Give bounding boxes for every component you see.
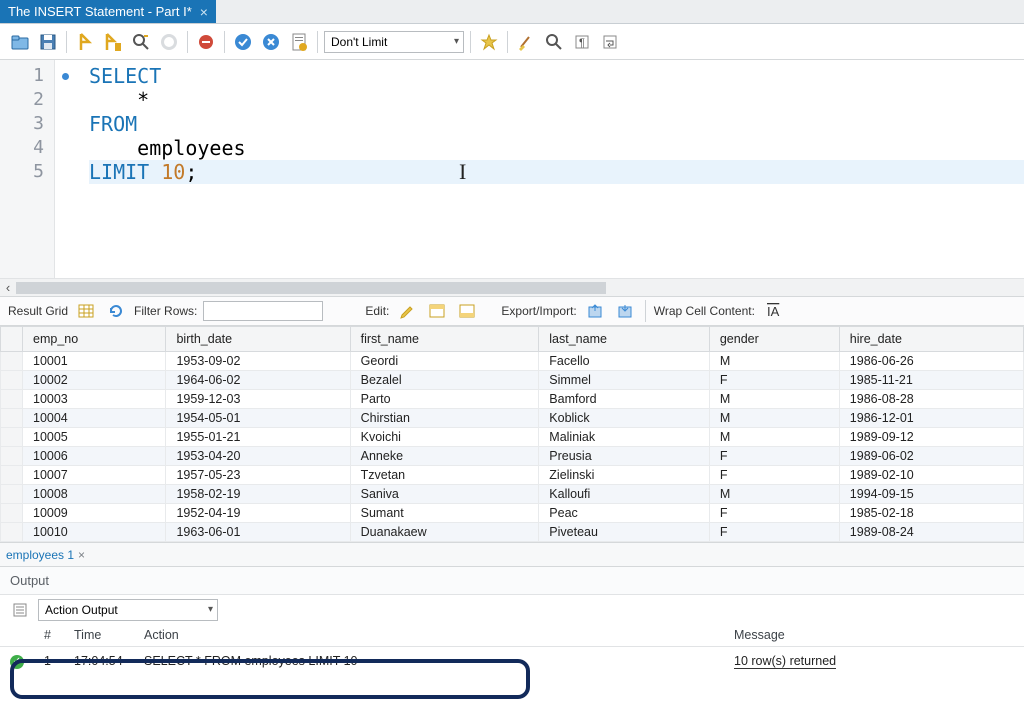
editor-tab-bar: The INSERT Statement - Part I* × [0,0,1024,24]
save-file-icon[interactable] [36,30,60,54]
table-row[interactable]: 100041954-05-01ChirstianKoblickM1986-12-… [1,409,1024,428]
result-grid-area: emp_nobirth_datefirst_namelast_namegende… [0,326,1024,542]
line-gutter: 12345 [0,60,55,278]
tab-title: The INSERT Statement - Part I* [8,4,192,19]
table-row[interactable]: 100101963-06-01DuanakaewPiveteauF1989-08… [1,523,1024,542]
grid-view-icon[interactable] [74,299,98,323]
import-icon[interactable] [613,299,637,323]
column-header[interactable]: birth_date [166,327,350,352]
column-header[interactable]: emp_no [23,327,166,352]
edit-pencil-icon[interactable] [395,299,419,323]
result-grid[interactable]: emp_nobirth_datefirst_namelast_namegende… [0,326,1024,542]
wrap-cell-icon[interactable]: IA [761,299,785,323]
limit-dropdown[interactable]: Don't Limit [324,31,464,53]
table-row[interactable]: 100091952-04-19SumantPeacF1985-02-18 [1,504,1024,523]
result-grid-label: Result Grid [8,304,68,318]
broom-icon[interactable] [514,30,538,54]
column-header[interactable]: hire_date [839,327,1023,352]
close-icon[interactable]: × [200,4,208,20]
export-icon[interactable] [583,299,607,323]
filter-input[interactable] [203,301,323,321]
beautify-icon[interactable] [477,30,501,54]
col-index: # [34,624,64,647]
execute-current-icon[interactable] [101,30,125,54]
wrap-icon[interactable] [598,30,622,54]
column-header[interactable]: last_name [539,327,710,352]
text-cursor-icon: I [459,160,466,184]
code-area[interactable]: SELECT * FROM employees LIMIT 10;I [55,60,1024,278]
action-row[interactable]: ✓ 1 17:04:54 SELECT * FROM employees LIM… [0,647,1024,675]
output-header: Output [0,566,1024,594]
explain-icon[interactable] [129,30,153,54]
success-icon: ✓ [10,655,24,669]
close-icon[interactable]: × [78,548,85,562]
scrollbar-thumb[interactable] [16,282,606,294]
commit-icon[interactable] [231,30,255,54]
toggle-autocommit-icon[interactable] [194,30,218,54]
output-list-icon[interactable] [8,598,32,622]
table-row[interactable]: 100071957-05-23TzvetanZielinskiF1989-02-… [1,466,1024,485]
stop-icon[interactable] [157,30,181,54]
find-icon[interactable] [542,30,566,54]
table-row[interactable]: 100021964-06-02BezalelSimmelF1985-11-21 [1,371,1024,390]
table-row[interactable]: 100081958-02-19SanivaKalloufiM1994-09-15 [1,485,1024,504]
svg-text:¶: ¶ [579,37,585,49]
edit-grid2-icon[interactable] [455,299,479,323]
output-type-dropdown[interactable]: Action Output [38,599,218,621]
query-toolbar: Don't Limit ¶ [0,24,1024,60]
save-script-icon[interactable] [287,30,311,54]
table-row[interactable]: 100031959-12-03PartoBamfordM1986-08-28 [1,390,1024,409]
output-bar: Action Output [0,594,1024,624]
column-header[interactable]: first_name [350,327,539,352]
result-tab[interactable]: employees 1 × [6,548,85,562]
edit-grid1-icon[interactable] [425,299,449,323]
col-time: Time [64,624,134,647]
execute-icon[interactable] [73,30,97,54]
svg-text:IA: IA [767,304,780,319]
table-row[interactable]: 100061953-04-20AnnekePreusiaF1989-06-02 [1,447,1024,466]
export-import-label: Export/Import: [501,304,576,318]
col-action: Action [134,624,724,647]
sql-editor[interactable]: 12345 SELECT * FROM employees LIMIT 10;I [0,60,1024,278]
invisible-chars-icon[interactable]: ¶ [570,30,594,54]
table-row[interactable]: 100011953-09-02GeordiFacelloM1986-06-26 [1,352,1024,371]
edit-label: Edit: [365,304,389,318]
refresh-icon[interactable] [104,299,128,323]
filter-rows-label: Filter Rows: [134,304,197,318]
table-row[interactable]: 100051955-01-21KvoichiMaliniakM1989-09-1… [1,428,1024,447]
editor-hscrollbar[interactable]: ‹ [0,278,1024,296]
scroll-left-icon[interactable]: ‹ [0,280,16,295]
result-toolbar: Result Grid Filter Rows: Edit: Export/Im… [0,296,1024,326]
column-header[interactable]: gender [709,327,839,352]
result-tabs: employees 1 × [0,542,1024,566]
wrap-cell-label: Wrap Cell Content: [654,304,755,318]
editor-tab[interactable]: The INSERT Statement - Part I* × [0,0,216,23]
open-file-icon[interactable] [8,30,32,54]
col-message: Message [724,624,1024,647]
action-output-table: # Time Action Message ✓ 1 17:04:54 SELEC… [0,624,1024,675]
rollback-icon[interactable] [259,30,283,54]
